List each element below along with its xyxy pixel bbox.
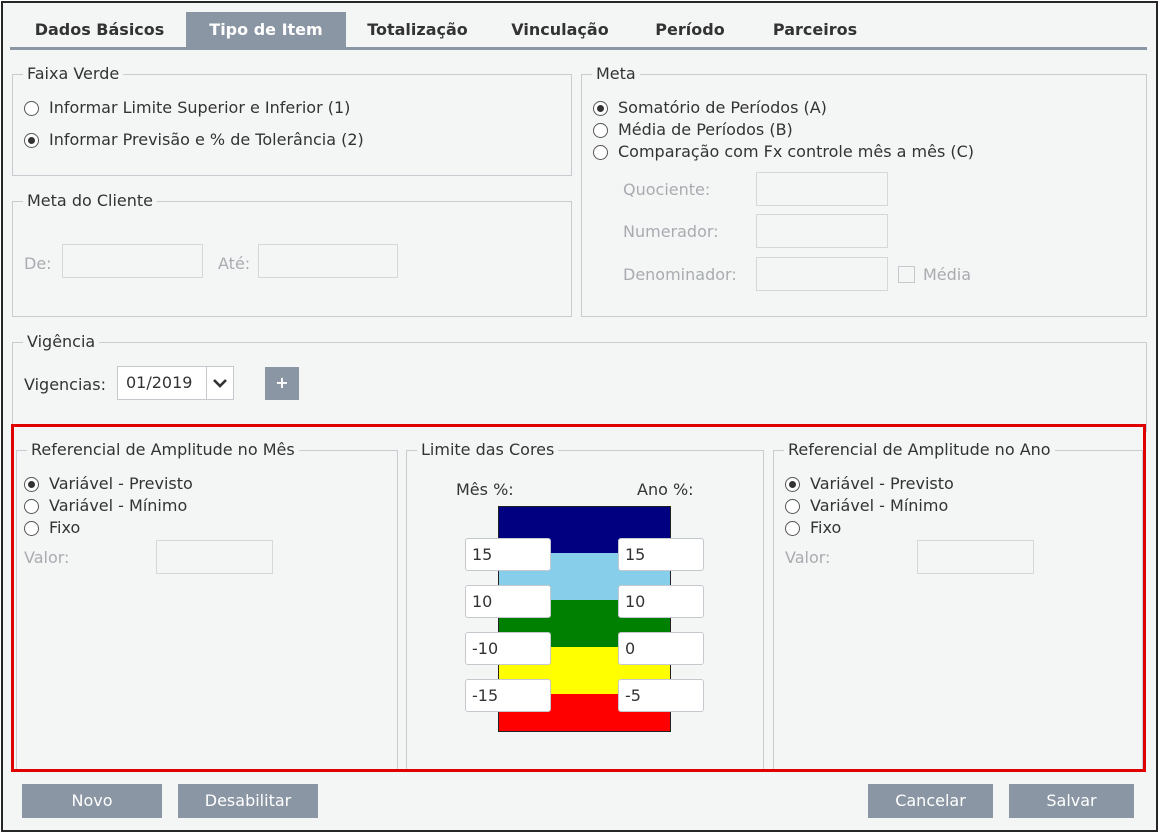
vigencia-legend: Vigência [23, 331, 100, 353]
meta-cliente-ate-label: Até: [218, 254, 251, 273]
desabilitar-button[interactable]: Desabilitar [178, 784, 318, 818]
denominador-label: Denominador: [623, 265, 737, 284]
meta-option-a-label: Somatório de Períodos (A) [618, 98, 827, 117]
meta-legend: Meta [592, 63, 640, 85]
faixa-verde-legend: Faixa Verde [23, 63, 124, 85]
tab-dados-basicos[interactable]: Dados Básicos [22, 12, 177, 47]
faixa-verde-radio-2[interactable] [24, 133, 39, 148]
meta-cliente-ate-input[interactable] [258, 244, 398, 278]
quociente-label: Quociente: [623, 180, 711, 199]
tab-tipo-de-item[interactable]: Tipo de Item [186, 12, 346, 47]
meta-option-b-label: Média de Períodos (B) [618, 120, 793, 139]
meta-cliente-de-input[interactable] [62, 244, 203, 278]
faixa-verde-option-1-label: Informar Limite Superior e Inferior (1) [49, 98, 351, 117]
cancelar-button[interactable]: Cancelar [868, 784, 993, 818]
tab-parceiros[interactable]: Parceiros [760, 12, 870, 47]
novo-button[interactable]: Novo [22, 784, 162, 818]
meta-radio-c[interactable] [593, 145, 608, 160]
media-label: Média [923, 265, 972, 284]
numerador-input[interactable] [756, 214, 888, 248]
vigencias-dropdown-button[interactable] [206, 366, 234, 400]
meta-radio-b[interactable] [593, 123, 608, 138]
meta-cliente-legend: Meta do Cliente [23, 190, 158, 212]
vigencias-select[interactable]: 01/2019 [117, 366, 207, 400]
media-checkbox[interactable] [898, 266, 915, 283]
faixa-verde-radio-1[interactable] [24, 101, 39, 116]
salvar-button[interactable]: Salvar [1009, 784, 1134, 818]
tab-periodo[interactable]: Período [640, 12, 740, 47]
add-vigencia-button[interactable]: + [265, 367, 299, 400]
faixa-verde-group: Faixa Verde [12, 63, 572, 176]
chevron-down-icon [213, 379, 227, 388]
denominador-input[interactable] [756, 257, 888, 291]
meta-cliente-de-label: De: [24, 254, 52, 273]
tab-vinculacao[interactable]: Vinculação [500, 12, 620, 47]
highlight-box [11, 424, 1146, 772]
meta-option-c-label: Comparação com Fx controle mês a mês (C) [618, 142, 975, 161]
faixa-verde-option-2-label: Informar Previsão e % de Tolerância (2) [49, 130, 364, 149]
quociente-input[interactable] [756, 172, 888, 206]
vigencias-label: Vigencias: [24, 375, 106, 394]
meta-radio-a[interactable] [593, 101, 608, 116]
tab-totalizacao[interactable]: Totalização [355, 12, 480, 47]
numerador-label: Numerador: [623, 222, 719, 241]
